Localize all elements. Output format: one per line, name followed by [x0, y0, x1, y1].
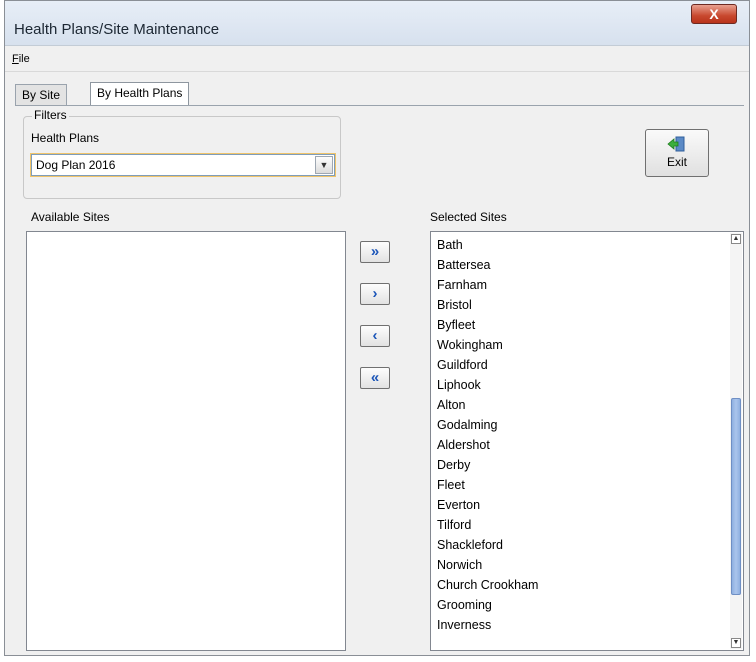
exit-door-icon — [667, 136, 685, 152]
list-item[interactable]: Alton — [437, 395, 466, 415]
add-all-button[interactable]: » — [360, 241, 390, 263]
menu-file-accel: F — [12, 53, 19, 65]
available-sites-list[interactable] — [26, 231, 346, 651]
list-item[interactable]: Godalming — [437, 415, 497, 435]
vertical-scrollbar[interactable]: ▲ ▼ — [730, 233, 742, 649]
tab-strip-line — [15, 105, 744, 106]
list-item[interactable]: Byfleet — [437, 315, 475, 335]
list-item[interactable]: Church Crookham — [437, 575, 538, 595]
scroll-up-icon[interactable]: ▲ — [731, 234, 741, 244]
exit-button[interactable]: Exit — [645, 129, 709, 177]
close-button[interactable]: X — [691, 4, 737, 24]
list-item[interactable]: Derby — [437, 455, 470, 475]
list-item[interactable]: Bristol — [437, 295, 472, 315]
list-item[interactable]: Grooming — [437, 595, 492, 615]
window-title: Health Plans/Site Maintenance — [14, 21, 220, 38]
list-item[interactable]: Everton — [437, 495, 480, 515]
list-item[interactable]: Bath — [437, 235, 463, 255]
list-item[interactable]: Farnham — [437, 275, 487, 295]
health-plan-value: Dog Plan 2016 — [36, 158, 116, 172]
scrollbar-thumb[interactable] — [731, 398, 741, 595]
list-item[interactable]: Battersea — [437, 255, 491, 275]
menu-bar: File — [5, 47, 749, 71]
add-one-button[interactable]: › — [360, 283, 390, 305]
tab-by-health-plans[interactable]: By Health Plans — [90, 82, 190, 106]
filters-legend: Filters — [32, 108, 69, 122]
window: Health Plans/Site Maintenance X File By … — [4, 0, 750, 656]
list-item[interactable]: Aldershot — [437, 435, 490, 455]
list-item[interactable]: Guildford — [437, 355, 488, 375]
list-item[interactable]: Inverness — [437, 615, 491, 635]
tab-by-site[interactable]: By Site — [15, 84, 68, 106]
list-item[interactable]: Wokingham — [437, 335, 503, 355]
scroll-down-icon[interactable]: ▼ — [731, 638, 741, 648]
menu-file[interactable]: File — [12, 53, 30, 65]
menu-separator — [5, 71, 749, 72]
menu-file-label: ile — [18, 53, 30, 65]
list-item[interactable]: Norwich — [437, 555, 482, 575]
list-item[interactable]: Tilford — [437, 515, 471, 535]
available-sites-label: Available Sites — [31, 210, 110, 224]
health-plan-select[interactable]: Dog Plan 2016 ▼ — [30, 153, 336, 177]
selected-sites-label: Selected Sites — [430, 210, 507, 224]
list-item[interactable]: Liphook — [437, 375, 481, 395]
health-plans-label: Health Plans — [31, 131, 100, 145]
remove-all-button[interactable]: « — [360, 367, 390, 389]
chevron-down-icon[interactable]: ▼ — [315, 156, 333, 174]
list-item[interactable]: Shackleford — [437, 535, 503, 555]
exit-label: Exit — [666, 155, 687, 169]
title-bar: Health Plans/Site Maintenance X — [5, 1, 749, 46]
remove-one-button[interactable]: ‹ — [360, 325, 390, 347]
selected-sites-list[interactable]: Bath Battersea Farnham Bristol Byfleet W… — [430, 231, 744, 651]
list-item[interactable]: Fleet — [437, 475, 465, 495]
